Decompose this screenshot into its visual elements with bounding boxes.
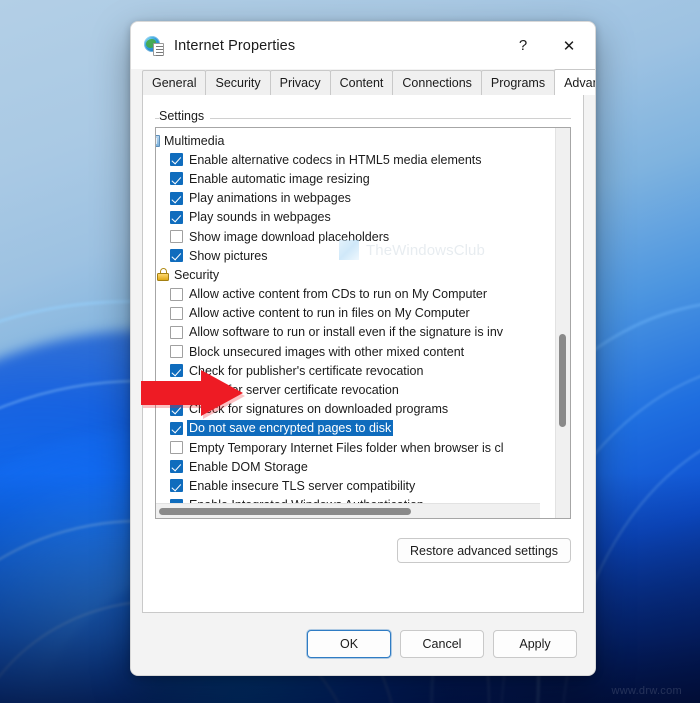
list-item-label: Play animations in webpages	[189, 191, 351, 206]
tab-programs[interactable]: Programs	[480, 70, 556, 95]
list-item-label: Block unsecured images with other mixed …	[189, 344, 465, 359]
list-item[interactable]: Play sounds in webpages	[156, 208, 555, 227]
advanced-tab-page: Settings Multimedia Enable alternative c…	[142, 95, 584, 613]
list-item-label: Enable insecure TLS server compatibility	[189, 478, 416, 493]
vertical-scrollbar-thumb[interactable]	[559, 334, 566, 427]
list-item-label: Enable alternative codecs in HTML5 media…	[189, 152, 482, 167]
list-item-label: Check for signatures on downloaded progr…	[189, 402, 449, 417]
list-item[interactable]: Play animations in webpages	[156, 189, 555, 208]
advanced-settings-list[interactable]: Multimedia Enable alternative codecs in …	[155, 127, 571, 519]
apply-button[interactable]: Apply	[493, 630, 577, 658]
checkbox-unchecked-icon[interactable]	[170, 345, 183, 359]
dialog-footer: OK Cancel Apply	[131, 613, 595, 675]
multimedia-icon	[156, 134, 160, 147]
list-item[interactable]: Check for signatures on downloaded progr…	[156, 400, 555, 419]
list-item[interactable]: Allow active content to run in files on …	[156, 304, 555, 323]
list-item[interactable]: Show image download placeholders	[156, 227, 555, 246]
list-item[interactable]: Allow software to run or install even if…	[156, 323, 555, 342]
tab-privacy[interactable]: Privacy	[269, 70, 331, 95]
help-button[interactable]: ?	[501, 22, 545, 69]
checkbox-checked-icon[interactable]	[170, 210, 183, 224]
list-item[interactable]: Allow active content from CDs to run on …	[156, 285, 555, 304]
list-item[interactable]: Check for server certificate revocation	[156, 380, 555, 399]
settings-group: Settings Multimedia Enable alternative c…	[155, 109, 571, 519]
list-item-label: Play sounds in webpages	[189, 210, 331, 225]
internet-properties-icon	[144, 35, 164, 56]
list-item[interactable]: Enable automatic image resizing	[156, 169, 555, 188]
list-item-label: Allow software to run or install even if…	[189, 325, 504, 340]
checkbox-unchecked-icon[interactable]	[170, 230, 183, 244]
restore-row: Restore advanced settings	[155, 538, 571, 563]
list-item-label: Check for server certificate revocation	[189, 383, 399, 398]
list-item[interactable]: Empty Temporary Internet Files folder wh…	[156, 438, 555, 457]
title-bar: Internet Properties ? ✕	[131, 22, 595, 69]
checkbox-unchecked-icon[interactable]	[170, 441, 183, 455]
checkbox-checked-icon[interactable]	[170, 402, 183, 416]
list-item-label: Enable DOM Storage	[189, 459, 308, 474]
checkbox-checked-icon[interactable]	[170, 191, 183, 205]
checkbox-checked-icon[interactable]	[170, 460, 183, 474]
window-title: Internet Properties	[174, 37, 296, 54]
close-button[interactable]: ✕	[545, 22, 593, 69]
ok-button[interactable]: OK	[307, 630, 391, 658]
list-group-multimedia: Multimedia	[156, 131, 555, 150]
internet-properties-dialog: Internet Properties ? ✕ General Security…	[130, 21, 596, 676]
list-item-label: Do not save encrypted pages to disk	[187, 420, 394, 437]
checkbox-checked-icon[interactable]	[170, 364, 183, 378]
list-group-security: Security	[156, 265, 555, 284]
restore-advanced-settings-button[interactable]: Restore advanced settings	[396, 538, 571, 563]
list-item[interactable]: Show pictures	[156, 246, 555, 265]
horizontal-scrollbar-thumb[interactable]	[159, 508, 411, 515]
group-divider	[155, 118, 571, 119]
checkbox-checked-icon[interactable]	[170, 383, 183, 397]
cancel-button[interactable]: Cancel	[400, 630, 484, 658]
list-item[interactable]: Enable DOM Storage	[156, 457, 555, 476]
list-item-label: Allow active content from CDs to run on …	[189, 287, 488, 302]
desktop-watermark: www.drw.com	[611, 685, 682, 697]
tab-strip: General Security Privacy Content Connect…	[131, 69, 595, 95]
list-item[interactable]: Block unsecured images with other mixed …	[156, 342, 555, 361]
list-item-label: Show image download placeholders	[189, 229, 390, 244]
list-item-label: Empty Temporary Internet Files folder wh…	[189, 440, 504, 455]
checkbox-checked-icon[interactable]	[170, 421, 183, 435]
list-item[interactable]: Enable alternative codecs in HTML5 media…	[156, 150, 555, 169]
checkbox-checked-icon[interactable]	[170, 479, 183, 493]
tab-general[interactable]: General	[142, 70, 207, 95]
list-item[interactable]: Check for publisher's certificate revoca…	[156, 361, 555, 380]
list-item-label: Allow active content to run in files on …	[189, 306, 470, 321]
list-item-selected[interactable]: Do not save encrypted pages to disk	[156, 419, 555, 438]
list-item-label: Show pictures	[189, 248, 268, 263]
vertical-scrollbar[interactable]	[555, 128, 570, 518]
horizontal-scrollbar[interactable]	[156, 503, 540, 518]
list-item-label: Check for publisher's certificate revoca…	[189, 363, 424, 378]
tab-security[interactable]: Security	[205, 70, 271, 95]
list-item-label: Enable automatic image resizing	[189, 171, 370, 186]
tab-advanced[interactable]: Advanced	[554, 69, 595, 95]
checkbox-unchecked-icon[interactable]	[170, 287, 183, 301]
checkbox-unchecked-icon[interactable]	[170, 325, 183, 339]
tab-connections[interactable]: Connections	[392, 70, 482, 95]
desktop-background: www.drw.com Internet Properties ? ✕ Gene…	[0, 0, 700, 703]
group-label: Security	[174, 267, 220, 282]
settings-group-label: Settings	[159, 109, 211, 123]
settings-list-viewport: Multimedia Enable alternative codecs in …	[156, 128, 555, 518]
checkbox-checked-icon[interactable]	[170, 249, 183, 263]
list-item[interactable]: Enable insecure TLS server compatibility	[156, 476, 555, 495]
titlebar-buttons: ? ✕	[501, 22, 595, 69]
checkbox-unchecked-icon[interactable]	[170, 306, 183, 320]
padlock-icon	[156, 267, 170, 282]
tab-content[interactable]: Content	[329, 70, 394, 95]
group-label: Multimedia	[164, 133, 225, 148]
checkbox-checked-icon[interactable]	[170, 172, 183, 186]
checkbox-checked-icon[interactable]	[170, 153, 183, 167]
